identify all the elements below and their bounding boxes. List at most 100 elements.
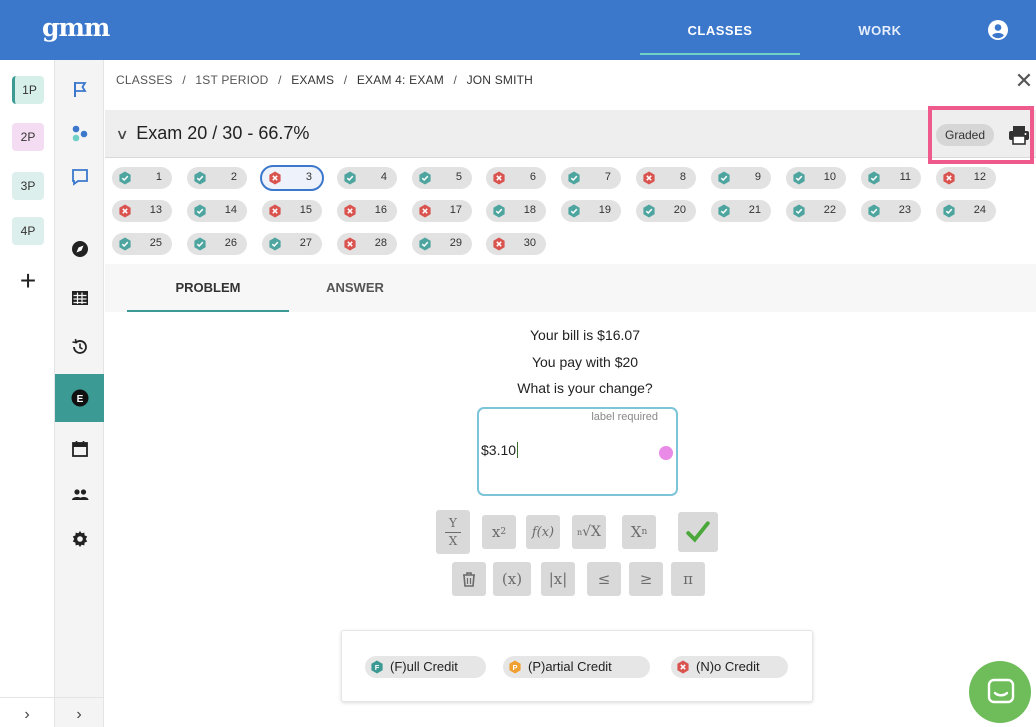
class-chip-1p[interactable]: 1P (12, 76, 44, 104)
close-icon[interactable]: ✕ (1014, 68, 1034, 94)
incorrect-icon (269, 171, 281, 185)
correct-icon (793, 204, 805, 218)
history-icon[interactable] (55, 326, 104, 368)
calendar-icon[interactable] (55, 428, 104, 470)
question-chip[interactable]: 10 (786, 167, 846, 189)
correct-icon (194, 237, 206, 251)
question-chip[interactable]: 19 (561, 200, 621, 222)
breadcrumb-1st-period[interactable]: 1ST PERIOD (195, 73, 268, 87)
exam-title-toggle[interactable]: ∨ Exam 20 / 30 - 66.7% (115, 123, 309, 144)
question-chip[interactable]: 6 (486, 167, 546, 189)
people-icon[interactable] (55, 474, 104, 516)
breadcrumb-exams[interactable]: EXAMS (291, 73, 334, 87)
question-number: 1 (155, 171, 162, 183)
answer-input[interactable]: label required $3.10 (477, 407, 678, 496)
full-credit-button[interactable]: F (F)ull Credit (365, 656, 486, 678)
question-chip[interactable]: 20 (636, 200, 696, 222)
question-chip[interactable]: 12 (936, 167, 996, 189)
tab-problem[interactable]: PROBLEM (127, 264, 289, 312)
question-chip[interactable]: 1 (112, 167, 172, 189)
question-chip[interactable]: 29 (412, 233, 472, 255)
question-number: 12 (973, 171, 986, 183)
question-chip[interactable]: 8 (636, 167, 696, 189)
exponent-key[interactable]: x2 (482, 515, 516, 549)
correct-icon (718, 171, 730, 185)
no-credit-button[interactable]: (N)o Credit (671, 656, 788, 678)
question-chip[interactable]: 24 (936, 200, 996, 222)
question-chip[interactable]: 11 (861, 167, 921, 189)
trash-icon (463, 572, 475, 587)
submit-check-button[interactable] (678, 512, 718, 552)
question-chip[interactable]: 13 (112, 200, 172, 222)
question-number: 21 (748, 204, 761, 216)
subscript-key[interactable]: Xn (622, 515, 656, 549)
question-chip[interactable]: 7 (561, 167, 621, 189)
greater-equal-key[interactable]: ≥ (629, 562, 663, 596)
trash-key[interactable] (452, 562, 486, 596)
root-key[interactable]: n √X (572, 515, 606, 549)
question-chip[interactable]: 16 (337, 200, 397, 222)
question-number: 23 (898, 204, 911, 216)
question-number: 15 (299, 204, 312, 216)
question-chip[interactable]: 22 (786, 200, 846, 222)
expand-classes-chevron-icon[interactable]: › (17, 706, 37, 724)
question-number: 10 (823, 171, 836, 183)
fraction-key[interactable]: Y X (436, 510, 470, 554)
question-chip[interactable]: 18 (486, 200, 546, 222)
question-chip[interactable]: 3 (260, 165, 324, 191)
question-chip[interactable]: 26 (187, 233, 247, 255)
full-credit-icon: F (371, 660, 383, 674)
question-chip[interactable]: 15 (262, 200, 322, 222)
question-chip[interactable]: 9 (711, 167, 771, 189)
question-chip[interactable]: 5 (412, 167, 472, 189)
add-class-icon[interactable]: + (12, 267, 44, 296)
svg-text:P: P (512, 663, 517, 672)
compass-icon[interactable] (55, 228, 104, 270)
question-chip[interactable]: 14 (187, 200, 247, 222)
partial-credit-button[interactable]: P (P)artial Credit (503, 656, 650, 678)
question-chip[interactable]: 25 (112, 233, 172, 255)
support-chat-button[interactable] (969, 661, 1031, 723)
account-icon[interactable] (988, 20, 1008, 40)
question-chip[interactable]: 28 (337, 233, 397, 255)
correct-icon (568, 171, 580, 185)
molecule-icon[interactable] (55, 112, 104, 154)
full-credit-label: (F)ull Credit (390, 659, 458, 674)
class-chip-2p[interactable]: 2P (12, 123, 44, 151)
tab-answer[interactable]: ANSWER (305, 264, 405, 312)
class-chip-3p[interactable]: 3P (12, 172, 44, 200)
pi-key[interactable]: π (671, 562, 705, 596)
flag-icon[interactable] (55, 68, 104, 110)
absolute-value-key[interactable]: |x| (541, 562, 575, 596)
question-chip[interactable]: 17 (412, 200, 472, 222)
breadcrumb-exam-4[interactable]: EXAM 4: EXAM (357, 73, 444, 87)
question-chip[interactable]: 30 (486, 233, 546, 255)
question-chip[interactable]: 23 (861, 200, 921, 222)
incorrect-icon (643, 171, 655, 185)
chat-icon[interactable] (55, 156, 104, 198)
answer-value: $3.10 (481, 442, 519, 458)
nav-tab-work[interactable]: WORK (820, 0, 940, 60)
answer-status-dot (659, 446, 673, 460)
question-number: 14 (224, 204, 237, 216)
grid-icon[interactable] (55, 277, 104, 319)
question-chip[interactable]: 4 (337, 167, 397, 189)
parentheses-key[interactable]: (x) (493, 562, 531, 596)
question-chip[interactable]: 2 (187, 167, 247, 189)
no-credit-icon (677, 660, 689, 674)
app-logo[interactable]: gmm (42, 13, 110, 42)
breadcrumb-classes[interactable]: CLASSES (116, 73, 173, 87)
settings-icon[interactable] (55, 518, 104, 560)
class-chip-4p[interactable]: 4P (12, 217, 44, 245)
graded-status-badge[interactable]: Graded (936, 124, 994, 146)
question-number: 22 (823, 204, 836, 216)
check-icon (686, 521, 710, 543)
less-equal-key[interactable]: ≤ (587, 562, 621, 596)
nav-tab-classes[interactable]: CLASSES (640, 0, 800, 60)
question-chip[interactable]: 21 (711, 200, 771, 222)
exam-icon[interactable]: E (55, 374, 104, 422)
print-icon[interactable] (1008, 125, 1030, 145)
expand-tools-chevron-icon[interactable]: › (69, 706, 89, 724)
question-chip[interactable]: 27 (262, 233, 322, 255)
function-key[interactable]: f(x) (526, 515, 560, 549)
